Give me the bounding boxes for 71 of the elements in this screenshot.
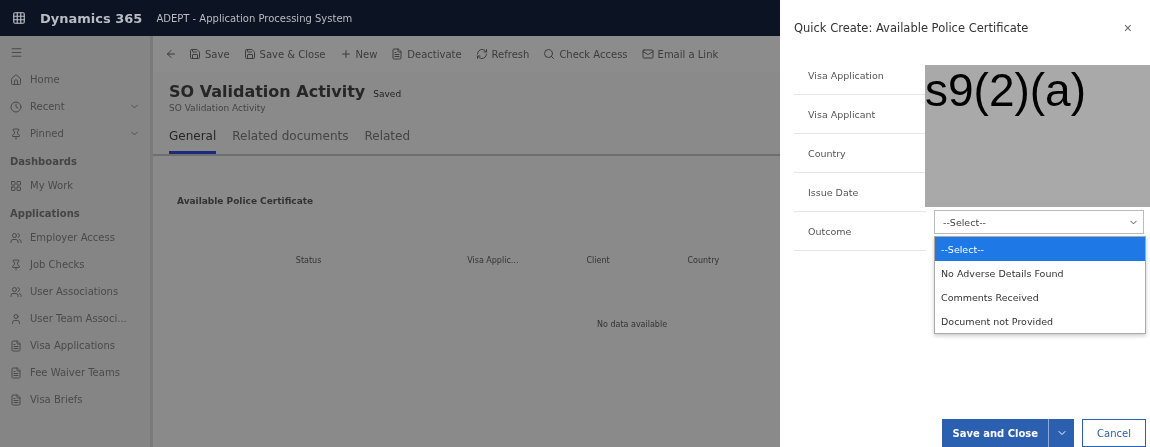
subgrid-title: Available Police Certificate [177, 196, 315, 206]
sidebar-item[interactable]: Job Checks [30, 259, 140, 270]
cancel-button[interactable]: Cancel [1082, 419, 1146, 447]
refresh-icon [475, 48, 488, 60]
toolbar-button[interactable]: Refresh [473, 46, 532, 62]
sidebar-item[interactable]: Visa Applications [30, 340, 140, 351]
dropdown-option[interactable]: --Select-- [935, 237, 1145, 261]
app-launcher-icon[interactable] [12, 11, 26, 25]
column-header[interactable]: Visa Applic... [467, 256, 519, 265]
sidebar-item[interactable]: Fee Waiver Teams [30, 367, 140, 378]
toolbar-button[interactable]: Email a Link [639, 46, 721, 62]
sidebar-item[interactable]: User Associations [30, 286, 140, 297]
menu-icon[interactable] [10, 46, 23, 59]
column-header[interactable]: Status [295, 256, 322, 265]
sidebar-item[interactable]: User Team Associ... [30, 313, 140, 324]
document-icon [10, 366, 22, 379]
field-label: Issue Date [808, 186, 859, 198]
save-icon [189, 48, 201, 60]
sidebar-item[interactable]: Recent [30, 101, 121, 112]
tab[interactable]: Related documents [232, 125, 349, 154]
split-dropdown-button[interactable] [1048, 419, 1075, 447]
sidebar-item[interactable]: Employer Access [30, 232, 140, 243]
outcome-select[interactable]: --Select-- [934, 210, 1144, 234]
people-icon [10, 231, 22, 244]
save-and-close-button[interactable]: Save and Close [942, 419, 1049, 447]
dropdown-option[interactable]: No Adverse Details Found [935, 261, 1145, 285]
grid-icon [10, 179, 22, 192]
person-icon [10, 312, 22, 325]
home-icon [10, 73, 22, 86]
people-icon [10, 285, 22, 298]
save-status: Saved [373, 89, 402, 99]
brand-name: Dynamics 365 [40, 10, 143, 26]
back-icon[interactable] [165, 48, 177, 60]
sidebar-item[interactable]: Home [30, 74, 140, 85]
tab[interactable]: General [169, 125, 217, 154]
field-label: Outcome [808, 225, 852, 237]
toolbar-button[interactable]: Check Access [541, 46, 630, 62]
document-icon [391, 48, 404, 60]
pin-icon [10, 127, 22, 140]
sidebar-item[interactable]: Visa Briefs [30, 394, 140, 405]
close-button[interactable]: × [1117, 19, 1138, 37]
pin-icon [10, 258, 22, 271]
save-icon [243, 48, 256, 60]
app-name: ADEPT - Application Processing System [156, 12, 353, 24]
field-label: Visa Applicant [808, 108, 876, 120]
plus-icon [339, 48, 352, 60]
dropdown-option[interactable]: Comments Received [935, 285, 1145, 309]
sidebar-heading: Applications [9, 207, 81, 221]
toolbar-button[interactable]: Deactivate [389, 46, 464, 62]
empty-message: No data available [597, 320, 668, 329]
toolbar-button[interactable]: Save [187, 46, 232, 62]
tab[interactable]: Related [364, 125, 411, 154]
field-label: Country [808, 147, 846, 159]
toolbar-button[interactable]: New [337, 46, 380, 62]
document-icon [10, 393, 22, 406]
form-title: SO Validation Activity [169, 82, 366, 101]
search-icon [543, 48, 556, 60]
dialog-title: Quick Create: Available Police Certificate [794, 21, 1029, 35]
clock-icon [10, 100, 22, 113]
redaction-block: s9(2)(a) [925, 65, 1150, 207]
form-subtitle: SO Validation Activity [169, 103, 267, 113]
sidebar-item[interactable]: My Work [30, 180, 140, 191]
mail-icon [641, 48, 654, 60]
toolbar-button[interactable]: Save & Close [241, 46, 328, 62]
sidebar-heading: Dashboards [9, 155, 78, 169]
column-header[interactable]: Client [586, 256, 610, 265]
dropdown-option[interactable]: Document not Provided [935, 309, 1145, 333]
field-label: Visa Application [808, 69, 884, 81]
column-header[interactable]: Country [687, 256, 720, 265]
sidebar-item[interactable]: Pinned [30, 128, 121, 139]
document-icon [10, 339, 22, 352]
